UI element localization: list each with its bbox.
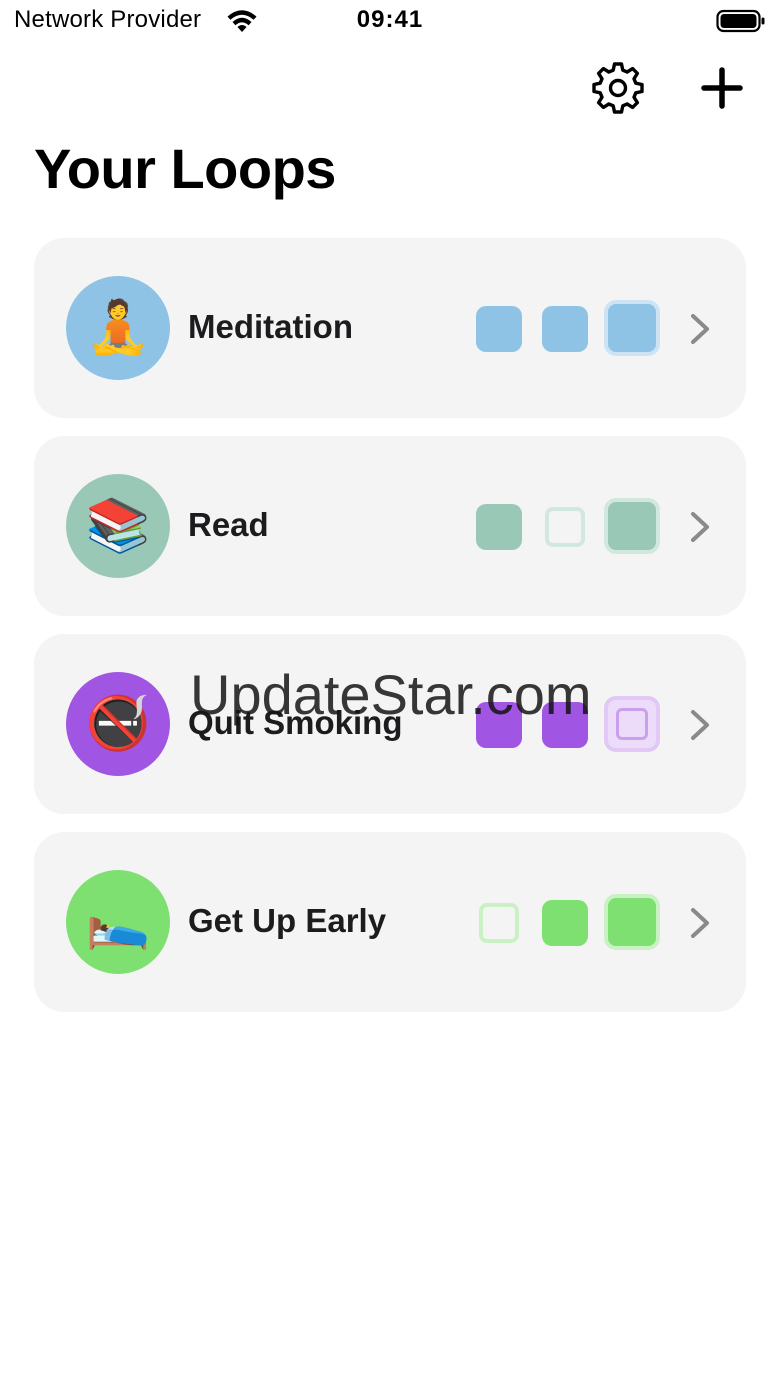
battery-full-icon xyxy=(716,9,765,33)
today-box-done[interactable] xyxy=(604,894,660,950)
add-button[interactable] xyxy=(692,58,752,118)
loop-avatar: 🧘 xyxy=(66,276,170,380)
no-smoking-icon: 🚭 xyxy=(85,694,151,754)
chevron-right-icon xyxy=(691,512,709,542)
settings-button[interactable] xyxy=(588,58,648,118)
today-box-inner xyxy=(616,708,648,740)
chevron-right-icon xyxy=(691,314,709,344)
books-icon: 📚 xyxy=(85,496,151,556)
today-box-done[interactable] xyxy=(604,498,660,554)
bed-icon: 🛌 xyxy=(85,892,151,952)
day-box-done[interactable] xyxy=(542,306,588,352)
loop-avatar: 🛌 xyxy=(66,870,170,974)
day-box-done[interactable] xyxy=(476,504,522,550)
status-bar: Network Provider 09:41 xyxy=(0,0,780,44)
loop-avatar: 🚭 xyxy=(66,672,170,776)
loop-name: Get Up Early xyxy=(188,902,387,939)
day-box-done[interactable] xyxy=(476,306,522,352)
today-box-empty[interactable] xyxy=(604,696,660,752)
gear-icon xyxy=(592,62,644,114)
loop-card-quit-smoking[interactable]: 🚭 Quit Smoking xyxy=(34,634,746,814)
chevron-right-icon xyxy=(691,908,709,938)
today-box-done[interactable] xyxy=(604,300,660,356)
loop-card-read[interactable]: 📚 Read xyxy=(34,436,746,616)
loop-card-get-up-early[interactable]: 🛌 Get Up Early xyxy=(34,832,746,1012)
loop-avatar: 📚 xyxy=(66,474,170,578)
clock: 09:41 xyxy=(356,6,424,33)
loop-name: Quit Smoking xyxy=(188,704,403,741)
day-box-empty[interactable] xyxy=(479,903,519,943)
day-box-done[interactable] xyxy=(476,702,522,748)
chevron-right-icon xyxy=(691,710,709,740)
page-title: Your Loops xyxy=(34,137,336,200)
meditation-icon: 🧘 xyxy=(85,298,151,358)
loop-name: Meditation xyxy=(188,308,353,345)
day-box-done[interactable] xyxy=(542,702,588,748)
loop-card-meditation[interactable]: 🧘 Meditation xyxy=(34,238,746,418)
loop-name: Read xyxy=(188,506,269,543)
day-box-done[interactable] xyxy=(542,900,588,946)
loop-list: 🧘 Meditation 📚 Read 🚭 Quit Smoking 🛌 Get… xyxy=(34,238,746,1030)
plus-icon xyxy=(701,67,743,109)
screen: Network Provider 09:41 Your Loops 🧘 Medi… xyxy=(0,0,780,1387)
day-box-empty[interactable] xyxy=(545,507,585,547)
